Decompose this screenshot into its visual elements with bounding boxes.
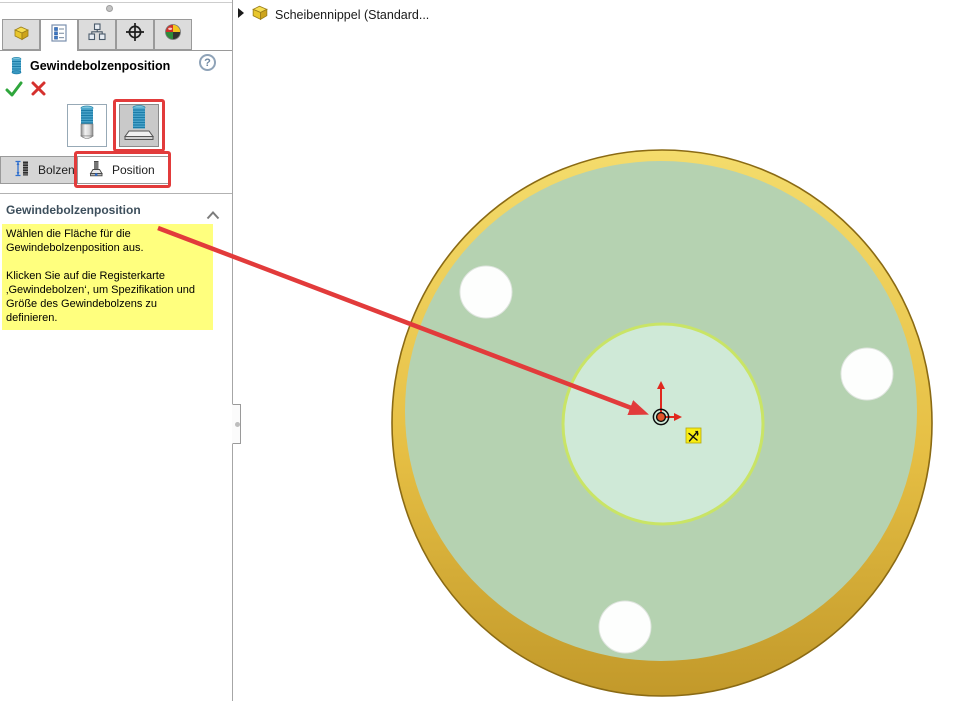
instruction-note: Wählen die Fläche für die Gewindebolzenp…: [2, 224, 213, 330]
part-icon: [250, 3, 270, 26]
check-icon: [5, 85, 23, 102]
dimxpertmanager-tab[interactable]: [116, 19, 154, 50]
section-header[interactable]: Gewindebolzenposition: [6, 203, 141, 217]
ok-button[interactable]: [5, 80, 23, 103]
panel-splitter-handle[interactable]: [106, 5, 113, 12]
tab-bolzen[interactable]: Bolzen: [0, 156, 77, 184]
scheibennippel-part[interactable]: [392, 150, 932, 696]
chevron-up-icon[interactable]: [206, 207, 220, 225]
panel-splitter-line: [0, 2, 232, 3]
tab-position[interactable]: Position: [77, 156, 170, 184]
tree-item-label[interactable]: Scheibennippel (Standard...: [275, 8, 429, 22]
propertymanager-tab[interactable]: [40, 19, 78, 51]
featuremanager-tab[interactable]: [2, 19, 40, 50]
help-icon[interactable]: ?: [199, 54, 216, 71]
tab-position-label: Position: [112, 163, 155, 177]
bolt-hole[interactable]: [599, 601, 651, 653]
resize-handle-dot: [235, 422, 240, 427]
target-icon: [125, 22, 145, 47]
flyout-feature-tree[interactable]: Scheibennippel (Standard...: [237, 3, 429, 26]
expand-arrow-icon[interactable]: [237, 6, 245, 24]
tabbar-underline: [0, 50, 232, 51]
stud-on-plate-small-icon: [87, 160, 105, 181]
stud-on-plate-icon: [122, 104, 156, 147]
x-icon: [30, 84, 47, 101]
cancel-button[interactable]: [30, 80, 47, 102]
config-tree-icon: [87, 22, 107, 47]
appearance-sphere-icon: [163, 22, 183, 47]
bolt-hole[interactable]: [460, 266, 512, 318]
stud-plain-button[interactable]: [67, 104, 107, 147]
sketch-point-icon[interactable]: [686, 428, 701, 443]
panel-divider: [0, 193, 232, 194]
part-icon: [12, 24, 31, 46]
stud-icon: [72, 104, 102, 147]
property-manager-title: Gewindebolzenposition: [30, 59, 170, 73]
configurationmanager-tab[interactable]: [78, 19, 116, 50]
stud-on-plate-button[interactable]: [119, 104, 159, 147]
note-paragraph-2: Klicken Sie auf die Registerkarte ‚Gewin…: [6, 269, 209, 325]
displaymanager-tab[interactable]: [154, 19, 192, 50]
note-paragraph-1: Wählen die Fläche für die Gewindebolzenp…: [6, 227, 209, 255]
solidworks-window: Gewindebolzenposition ?: [0, 0, 971, 701]
property-list-icon: [49, 23, 69, 48]
bolt-dimension-icon: [14, 159, 31, 181]
panel-resize-handle[interactable]: [232, 404, 241, 444]
threaded-stud-icon: [9, 56, 24, 81]
tab-bolzen-label: Bolzen: [38, 163, 75, 177]
property-manager-panel: Gewindebolzenposition ?: [0, 0, 233, 701]
bolt-hole[interactable]: [841, 348, 893, 400]
